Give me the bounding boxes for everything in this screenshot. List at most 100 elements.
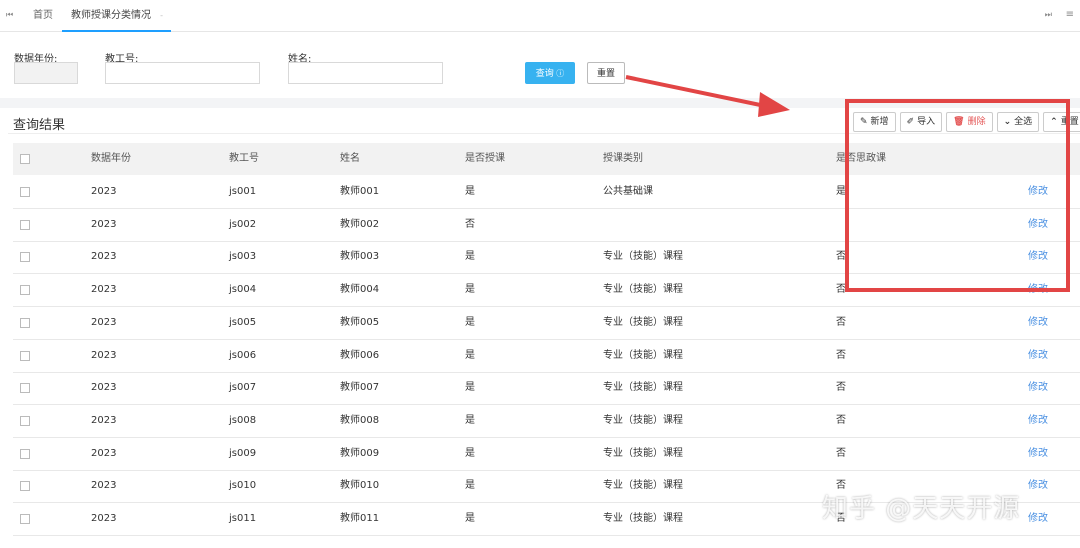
edit-link[interactable]: 修改 — [1028, 307, 1048, 339]
select-all-button[interactable]: ⌄ 全选 — [996, 112, 1040, 132]
cell-teaching: 是 — [465, 513, 475, 524]
cell-teaching: 是 — [465, 382, 475, 394]
cell-year: 2023 — [91, 284, 117, 296]
edit-link[interactable]: 修改 — [1028, 241, 1048, 273]
tab-home[interactable]: 首页 — [33, 0, 53, 32]
year-field[interactable] — [14, 62, 78, 84]
cell-staff-id: js009 — [229, 447, 257, 459]
row-checkbox[interactable] — [20, 350, 30, 361]
row-checkbox[interactable] — [20, 514, 30, 524]
row-checkbox[interactable] — [20, 481, 30, 492]
cell-course-type: 专业（技能）课程 — [603, 284, 683, 296]
tab-close-icon[interactable]: - — [160, 0, 163, 32]
menu-icon[interactable]: ≡ — [1066, 9, 1074, 20]
row-checkbox[interactable] — [20, 415, 30, 426]
cell-name: 教师006 — [340, 349, 380, 361]
edit-link[interactable]: 修改 — [1028, 405, 1048, 437]
row-checkbox[interactable] — [20, 252, 30, 263]
cell-name: 教师011 — [340, 513, 380, 524]
cell-ideological: 否 — [836, 316, 846, 328]
cell-ideological: 否 — [836, 284, 846, 296]
edit-link[interactable]: 修改 — [1028, 438, 1048, 470]
cell-name: 教师008 — [340, 414, 380, 426]
edit-link[interactable]: 修改 — [1028, 209, 1048, 241]
cell-name: 教师003 — [340, 251, 380, 263]
cell-staff-id: js001 — [229, 186, 257, 197]
table-row: 2023 js008 教师008 是 专业（技能）课程 否 修改 — [13, 405, 1080, 438]
pencil-icon: ✎ — [860, 117, 868, 127]
delete-button[interactable]: 🗑 删除 — [946, 112, 993, 132]
cell-teaching: 是 — [465, 316, 475, 328]
row-checkbox[interactable] — [20, 448, 30, 459]
select-all-checkbox[interactable] — [20, 154, 30, 164]
table-row: 2023 js005 教师005 是 专业（技能）课程 否 修改 — [13, 307, 1080, 340]
search-icon: ⓘ — [556, 69, 565, 78]
header-year: 数据年份 — [91, 153, 131, 164]
cell-ideological: 否 — [836, 414, 846, 426]
reset-button[interactable]: 重置 — [587, 62, 625, 84]
edit-link[interactable]: 修改 — [1028, 503, 1048, 535]
cell-year: 2023 — [91, 480, 117, 492]
cell-name: 教师002 — [340, 218, 380, 230]
edit-link[interactable]: 修改 — [1028, 470, 1048, 502]
table-row: 2023 js009 教师009 是 专业（技能）课程 否 修改 — [13, 438, 1080, 471]
edit-link[interactable]: 修改 — [1028, 274, 1048, 306]
cell-year: 2023 — [91, 349, 117, 361]
row-checkbox[interactable] — [20, 383, 30, 394]
chevron-down-icon: ⌄ — [1003, 117, 1012, 127]
cell-teaching: 否 — [465, 218, 475, 230]
cell-name: 教师009 — [340, 447, 380, 459]
cell-teaching: 是 — [465, 186, 475, 197]
header-staff-id: 教工号 — [229, 153, 259, 164]
cell-course-type: 专业（技能）课程 — [603, 513, 683, 524]
cell-name: 教师004 — [340, 284, 380, 296]
table-row: 2023 js003 教师003 是 专业（技能）课程 否 修改 — [13, 241, 1080, 275]
cell-staff-id: js006 — [229, 349, 257, 361]
cell-name: 教师001 — [340, 186, 380, 197]
cell-course-type: 专业（技能）课程 — [603, 349, 683, 361]
edit-link[interactable]: 修改 — [1028, 340, 1048, 372]
tab-teacher-course-classification[interactable]: 教师授课分类情况 - — [62, 0, 171, 32]
cell-ideological: 否 — [836, 349, 846, 361]
edit-link[interactable]: 修改 — [1028, 372, 1048, 404]
divider — [8, 133, 1080, 134]
table-row: 2023 js004 教师004 是 专业（技能）课程 否 修改 — [13, 274, 1080, 308]
scroll-left-icon[interactable]: ⏮ — [6, 10, 18, 22]
row-checkbox[interactable] — [20, 219, 30, 230]
cell-year: 2023 — [91, 186, 117, 197]
row-checkbox[interactable] — [20, 317, 30, 328]
scroll-right-icon[interactable]: ⏭ — [1045, 10, 1052, 20]
cell-teaching: 是 — [465, 447, 475, 459]
row-checkbox[interactable] — [20, 187, 30, 197]
cell-year: 2023 — [91, 316, 117, 328]
name-field[interactable] — [288, 62, 443, 84]
header-course-type: 授课类别 — [603, 153, 643, 164]
row-checkbox[interactable] — [20, 285, 30, 296]
cell-course-type: 专业（技能）课程 — [603, 382, 683, 394]
add-button[interactable]: ✎ 新增 — [853, 112, 896, 132]
result-toolbar: ✎ 新增 ✐ 导入 🗑 删除 ⌄ 全选 ⌃ 重置 — [853, 112, 1080, 132]
cell-course-type: 公共基础课 — [603, 186, 653, 197]
cell-course-type: 专业（技能）课程 — [603, 414, 683, 426]
table-row: 2023 js002 教师002 否 修改 — [13, 209, 1080, 242]
cell-staff-id: js005 — [229, 316, 257, 328]
delete-label: 删除 — [967, 117, 986, 127]
table-header: 数据年份 教工号 姓名 是否授课 授课类别 是否思政课 — [13, 143, 1080, 175]
select-all-label: 全选 — [1014, 117, 1033, 127]
staff-id-field[interactable] — [105, 62, 260, 84]
cell-staff-id: js002 — [229, 218, 257, 230]
import-button[interactable]: ✐ 导入 — [899, 112, 943, 132]
table-row: 2023 js001 教师001 是 公共基础课 是 修改 — [13, 176, 1080, 209]
toolbar-reset-button[interactable]: ⌃ 重置 — [1043, 112, 1080, 132]
table-row: 2023 js007 教师007 是 专业（技能）课程 否 修改 — [13, 372, 1080, 406]
query-button[interactable]: 查询 ⓘ — [525, 62, 575, 84]
cell-year: 2023 — [91, 414, 117, 426]
edit-link[interactable]: 修改 — [1028, 176, 1048, 208]
cell-staff-id: js011 — [229, 513, 257, 524]
header-teaching: 是否授课 — [465, 153, 505, 164]
cell-staff-id: js010 — [229, 480, 257, 492]
cell-staff-id: js003 — [229, 251, 257, 263]
cell-course-type: 专业（技能）课程 — [603, 251, 683, 263]
table-row: 2023 js006 教师006 是 专业（技能）课程 否 修改 — [13, 340, 1080, 373]
chevron-up-icon: ⌃ — [1050, 117, 1058, 127]
